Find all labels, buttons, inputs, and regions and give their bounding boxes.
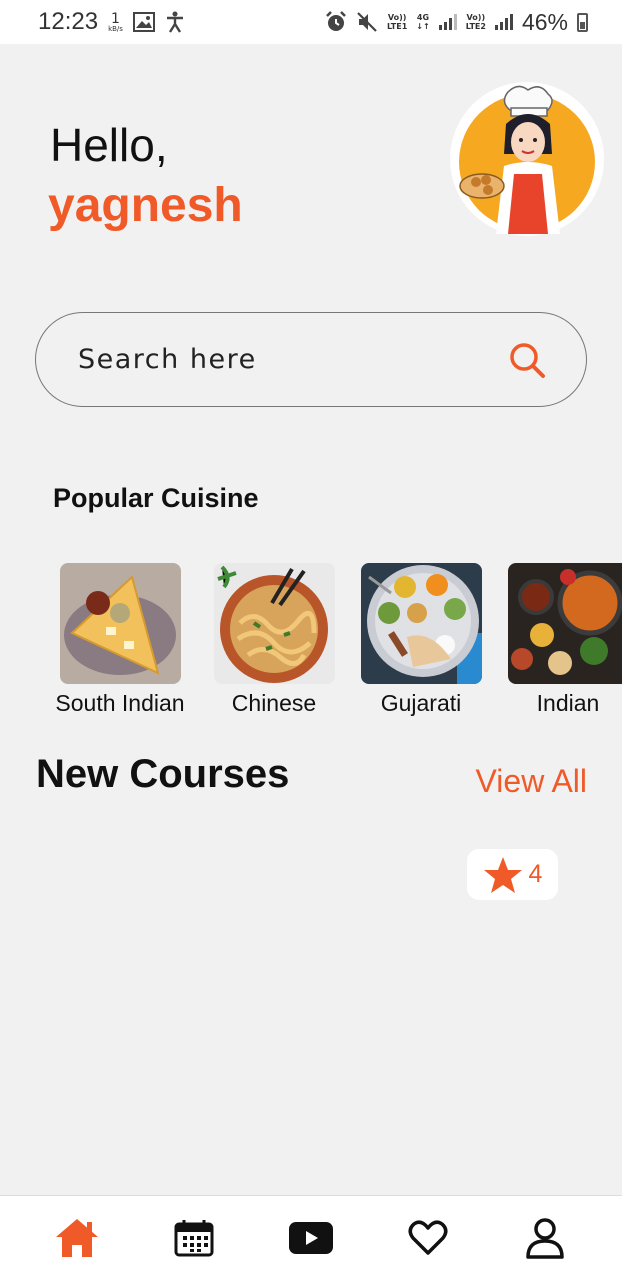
play-video-icon[interactable] <box>288 1221 334 1255</box>
cuisine-gujarati[interactable]: Gujarati <box>351 563 491 717</box>
new-courses-title: New Courses <box>36 752 290 796</box>
sim2-label: Vo)) LTE2 <box>465 13 486 31</box>
search-input[interactable] <box>78 344 508 375</box>
search-icon[interactable] <box>508 341 546 379</box>
noodles-image <box>213 563 335 684</box>
mute-icon <box>357 12 377 32</box>
chef-avatar[interactable] <box>450 82 604 236</box>
home-icon[interactable] <box>54 1217 100 1259</box>
signal-icon-2 <box>494 14 513 30</box>
cuisine-chinese[interactable]: Chinese <box>204 563 344 717</box>
curry-spread-image <box>507 563 622 684</box>
battery-icon <box>577 12 588 32</box>
popular-cuisine-title: Popular Cuisine <box>53 483 259 513</box>
cuisine-label: Gujarati <box>380 690 462 716</box>
cuisine-label: South Indian <box>55 690 185 716</box>
nav-profile[interactable] <box>515 1208 575 1268</box>
data-speed: 1 kB/s <box>108 10 123 33</box>
nav-favorites[interactable] <box>398 1208 458 1268</box>
calendar-icon[interactable] <box>174 1219 214 1257</box>
alarm-icon <box>326 11 346 31</box>
status-time: 12:23 <box>38 8 99 35</box>
view-all-link[interactable]: View All <box>476 763 587 800</box>
sim1-label: Vo)) LTE1 <box>387 13 408 31</box>
thali-image <box>360 563 482 684</box>
nav-home[interactable] <box>47 1208 107 1268</box>
rating-value: 4 <box>528 860 543 888</box>
cuisine-label: Indian <box>536 690 600 716</box>
star-icon <box>483 856 522 893</box>
search-bar[interactable] <box>35 312 587 407</box>
cuisine-indian[interactable]: Indian <box>498 563 622 717</box>
nav-videos[interactable] <box>281 1208 341 1268</box>
status-bar: 12:23 1 kB/s Vo)) LTE1 4G ↓↑ Vo)) LTE2 46% <box>0 0 622 44</box>
profile-icon[interactable] <box>525 1217 565 1259</box>
dosa-image <box>59 563 181 684</box>
accessibility-icon <box>166 11 183 33</box>
signal-icon <box>438 14 457 30</box>
bottom-navigation <box>0 1195 622 1280</box>
rating-badge: 4 <box>467 849 558 900</box>
battery-percent: 46% <box>521 8 568 35</box>
nav-calendar[interactable] <box>164 1208 224 1268</box>
heart-icon[interactable] <box>408 1220 448 1256</box>
cuisine-south-indian[interactable]: South Indian <box>50 563 190 717</box>
username-text: yagnesh <box>48 179 243 232</box>
greeting-text: Hello, <box>50 119 168 171</box>
network-type: 4G ↓↑ <box>416 13 430 31</box>
cuisine-label: Chinese <box>231 690 317 716</box>
gallery-icon <box>132 12 155 32</box>
